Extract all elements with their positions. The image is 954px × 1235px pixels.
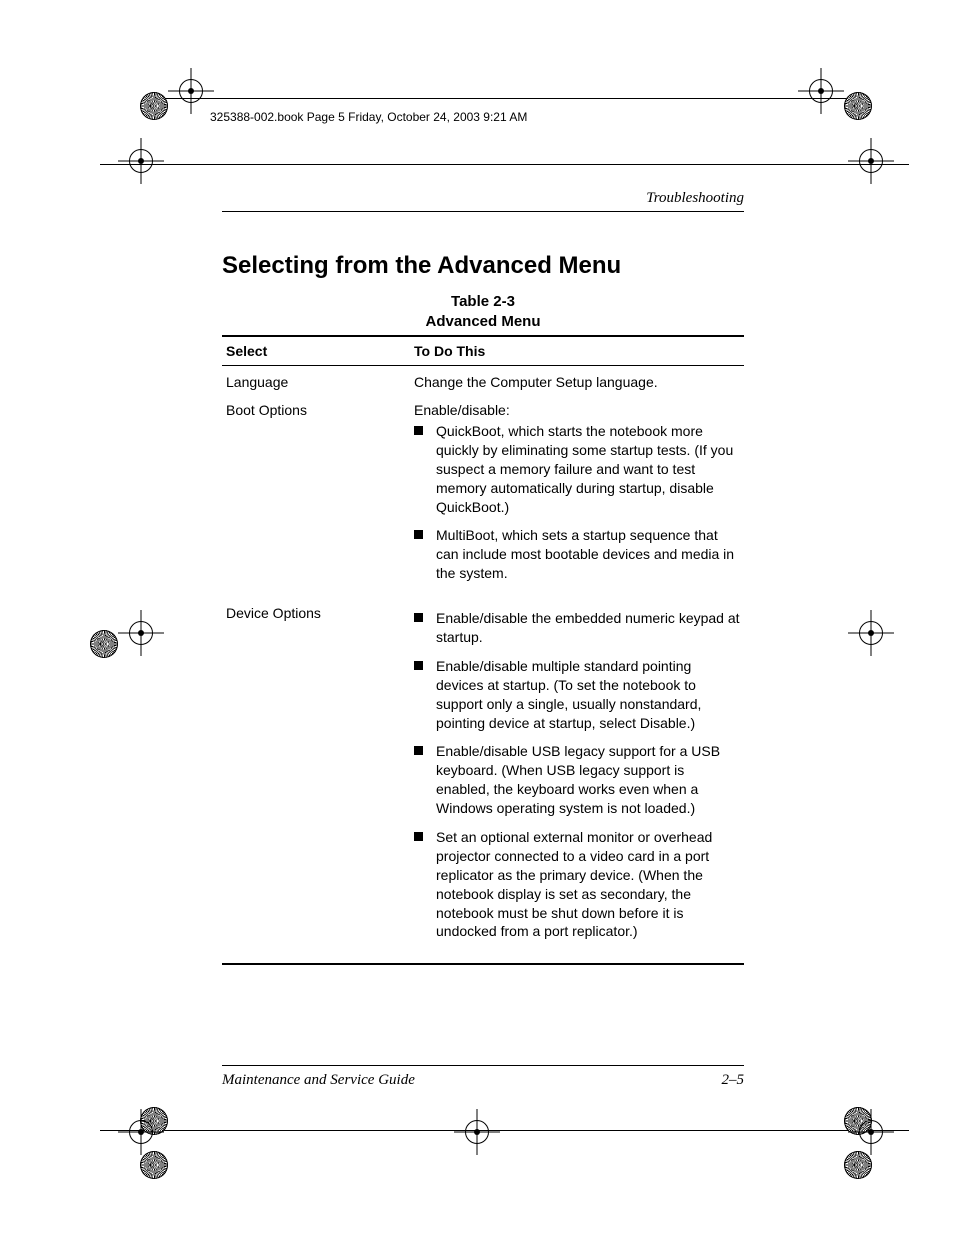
crosshair-icon (118, 1109, 164, 1155)
cell-lead-text: Enable/disable: (414, 402, 510, 418)
crosshair-icon (848, 138, 894, 184)
page-title: Selecting from the Advanced Menu (222, 252, 744, 280)
list-item: MultiBoot, which sets a startup sequence… (414, 526, 740, 593)
crosshair-icon (168, 68, 214, 114)
cell-select: Language (222, 366, 410, 395)
cell-description: Change the Computer Setup language. (410, 366, 744, 395)
table-header-todo: To Do This (410, 336, 744, 366)
registration-mark-icon (844, 1151, 872, 1179)
bullet-list: QuickBoot, which starts the notebook mor… (414, 422, 740, 593)
crosshair-icon (798, 68, 844, 114)
list-item: Enable/disable USB legacy support for a … (414, 742, 740, 828)
table-row: Boot Options Enable/disable: QuickBoot, … (222, 394, 744, 597)
bullet-list: Enable/disable the embedded numeric keyp… (414, 609, 740, 951)
table-row: Device Options Enable/disable the embedd… (222, 597, 744, 964)
registration-mark-icon (140, 92, 168, 120)
registration-mark-icon (90, 630, 118, 658)
section-label: Troubleshooting (222, 190, 744, 212)
page-footer: Maintenance and Service Guide 2–5 (222, 1065, 744, 1089)
page: { "runhead": "325388-002.book Page 5 Fri… (0, 0, 954, 1235)
crosshair-icon (848, 1109, 894, 1155)
crosshair-icon (118, 138, 164, 184)
crosshair-icon (454, 1109, 500, 1155)
list-item: QuickBoot, which starts the notebook mor… (414, 422, 740, 526)
cell-select: Boot Options (222, 394, 410, 597)
list-item: Set an optional external monitor or over… (414, 828, 740, 951)
list-item: Enable/disable multiple standard pointin… (414, 657, 740, 743)
advanced-menu-table: Select To Do This Language Change the Co… (222, 335, 744, 965)
registration-mark-icon (140, 1151, 168, 1179)
registration-mark-icon (844, 92, 872, 120)
crosshair-icon (118, 610, 164, 656)
footer-page-number: 2–5 (722, 1072, 745, 1089)
crosshair-icon (848, 610, 894, 656)
table-title: Advanced Menu (425, 313, 540, 330)
table-caption: Table 2-3 Advanced Menu (222, 292, 744, 331)
running-header: 325388-002.book Page 5 Friday, October 2… (210, 110, 527, 124)
crop-line (150, 98, 859, 99)
list-item: Enable/disable the embedded numeric keyp… (414, 609, 740, 657)
footer-left: Maintenance and Service Guide (222, 1072, 415, 1089)
cell-description: Enable/disable the embedded numeric keyp… (410, 597, 744, 964)
page-content: Troubleshooting Selecting from the Advan… (222, 190, 744, 965)
table-row: Language Change the Computer Setup langu… (222, 366, 744, 395)
table-header-select: Select (222, 336, 410, 366)
cell-select: Device Options (222, 597, 410, 964)
table-number: Table 2-3 (451, 293, 515, 310)
crop-line (100, 164, 909, 165)
cell-lead-text: Change the Computer Setup language. (414, 374, 658, 390)
crop-line (100, 1130, 909, 1131)
registration-mark-icon (844, 1107, 872, 1135)
cell-description: Enable/disable: QuickBoot, which starts … (410, 394, 744, 597)
registration-mark-icon (140, 1107, 168, 1135)
